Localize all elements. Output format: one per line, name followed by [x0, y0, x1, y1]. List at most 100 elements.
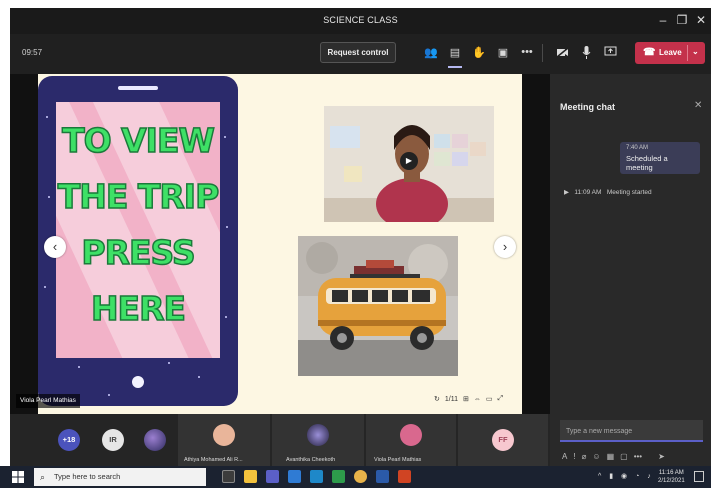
- screen-icon[interactable]: ▭: [486, 395, 493, 403]
- next-slide-button[interactable]: ›: [494, 236, 516, 258]
- participant-photo: [307, 424, 329, 446]
- compose-box[interactable]: [560, 420, 703, 442]
- phone-screen: TO VIEW THE TRIP PRESS HERE: [56, 102, 220, 358]
- phone-hangup-icon: ☎: [643, 47, 656, 58]
- store-app-icon[interactable]: [310, 470, 323, 483]
- powerpoint-app-icon[interactable]: [398, 470, 411, 483]
- share-screen-icon[interactable]: [601, 43, 619, 61]
- embedded-video[interactable]: ▶: [324, 106, 494, 222]
- bus-illustration: [298, 236, 458, 376]
- message-text: Scheduled a meeting: [626, 154, 668, 172]
- teams-window: SCIENCE CLASS – ❐ ✕ 09:57 Request contro…: [10, 8, 711, 466]
- participant-strip: +18 IR Athiya Mohamed Ali R... Avanthika…: [10, 414, 550, 466]
- phone-home-button: [132, 376, 144, 388]
- slide-controls: ↻ 1/11 ⊞ ⇔ ▭ ⤢: [434, 392, 522, 406]
- edge-app-icon[interactable]: [288, 470, 301, 483]
- clock-time: 11:16 AM: [658, 470, 684, 476]
- grid-view-icon[interactable]: ⊞: [463, 395, 469, 403]
- participant-name: Athiya Mohamed Ali R...: [184, 457, 243, 463]
- search-icon: ⌕: [40, 472, 46, 482]
- participant-avatar[interactable]: [144, 429, 166, 451]
- emoji-icon[interactable]: ☺: [592, 452, 600, 461]
- file-explorer-icon[interactable]: [244, 470, 257, 483]
- breakout-icon[interactable]: ▣: [494, 43, 512, 61]
- stage-margin-left: [10, 74, 38, 414]
- play-icon[interactable]: ▶: [400, 152, 418, 170]
- overflow-count-avatar[interactable]: +18: [58, 429, 80, 451]
- fit-icon[interactable]: ⇔: [474, 396, 481, 403]
- presenter-name-tag: Viola Pearl Mathias: [16, 394, 80, 408]
- participant-avatar: FF: [492, 429, 514, 451]
- system-event-time: 11:09 AM: [574, 189, 602, 196]
- refresh-icon[interactable]: ↻: [434, 395, 440, 403]
- system-tray[interactable]: ^ ▮ ◉ ◔ ♪: [598, 472, 654, 480]
- meeting-timer: 09:57: [22, 48, 43, 57]
- bus-photo: [298, 236, 458, 376]
- windows-start-icon[interactable]: [12, 471, 24, 483]
- chat-icon[interactable]: ▤: [446, 43, 464, 61]
- shared-content-stage: TO VIEW THE TRIP PRESS HERE ‹ › ▶ Viola …: [10, 74, 550, 414]
- more-options-icon[interactable]: •••: [634, 452, 642, 461]
- taskbar-search[interactable]: ⌕ Type here to search: [34, 468, 206, 486]
- participant-name: Avanthika Cheekoth: [286, 457, 336, 463]
- toolbar-divider: [542, 44, 543, 62]
- stage-margin-right: [522, 74, 550, 414]
- chrome-app-icon[interactable]: [354, 470, 367, 483]
- participant-avatar[interactable]: IR: [102, 429, 124, 451]
- excel-app-icon[interactable]: [332, 470, 345, 483]
- participant-name: Viola Pearl Mathias: [374, 457, 422, 463]
- minimize-icon[interactable]: –: [656, 13, 670, 27]
- clock-date: 2/12/2021: [658, 478, 685, 484]
- send-icon[interactable]: ➤: [658, 452, 665, 461]
- request-control-button[interactable]: Request control: [320, 42, 396, 63]
- compose-toolbar: A ! ⌀ ☺ ▦ ▢ ••• ➤: [562, 452, 702, 461]
- mic-icon[interactable]: [577, 43, 595, 61]
- slide-text-line: HERE: [90, 288, 187, 329]
- raise-hand-icon[interactable]: ✋: [470, 43, 488, 61]
- chat-title: Meeting chat: [560, 102, 616, 112]
- camera-off-icon[interactable]: [553, 43, 571, 61]
- attach-icon[interactable]: ⌀: [582, 452, 587, 461]
- format-icon[interactable]: A: [562, 452, 567, 461]
- participant-photo: [400, 424, 422, 446]
- window-title: SCIENCE CLASS: [323, 15, 398, 25]
- taskbar-clock[interactable]: 11:16 AM 2/12/2021: [658, 469, 685, 485]
- leave-label: Leave: [659, 48, 682, 57]
- participant-tile[interactable]: Avanthika Cheekoth: [272, 414, 364, 466]
- leave-divider: [687, 45, 688, 61]
- maximize-icon[interactable]: ❐: [675, 13, 689, 27]
- leave-button[interactable]: ☎ Leave ⌄: [635, 42, 705, 64]
- phone-slide-graphic[interactable]: TO VIEW THE TRIP PRESS HERE: [38, 76, 238, 406]
- more-icon[interactable]: •••: [518, 43, 536, 61]
- camera-icon: ▶: [564, 189, 569, 196]
- close-window-icon[interactable]: ✕: [694, 13, 708, 27]
- participant-tile[interactable]: FF: [458, 414, 548, 466]
- teams-app-icon[interactable]: [266, 470, 279, 483]
- page-indicator: 1/11: [444, 395, 458, 403]
- slide-text-line: THE TRIP: [57, 176, 220, 217]
- fullscreen-icon[interactable]: ⤢: [497, 395, 503, 403]
- slide-text-line: PRESS: [81, 232, 197, 273]
- message-time: 7:40 AM: [626, 145, 649, 151]
- important-icon[interactable]: !: [573, 452, 575, 461]
- message-input[interactable]: [560, 421, 703, 442]
- close-chat-icon[interactable]: ✕: [694, 100, 702, 111]
- word-app-icon[interactable]: [376, 470, 389, 483]
- sticker-icon[interactable]: ▢: [620, 452, 628, 461]
- notifications-icon[interactable]: [694, 471, 704, 482]
- participant-tile[interactable]: Viola Pearl Mathias: [366, 414, 456, 466]
- participant-photo: [213, 424, 235, 446]
- participants-icon[interactable]: 👥: [422, 43, 440, 61]
- meeting-chat-panel: Meeting chat ✕ 7:40 AM Scheduled a meeti…: [550, 74, 711, 466]
- task-view-icon[interactable]: [222, 470, 235, 483]
- chat-message: 7:40 AM Scheduled a meeting: [620, 142, 700, 174]
- previous-slide-button[interactable]: ‹: [44, 236, 66, 258]
- gif-icon[interactable]: ▦: [607, 452, 615, 461]
- system-event: ▶ 11:09 AM Meeting started: [564, 188, 652, 196]
- title-bar: SCIENCE CLASS – ❐ ✕: [10, 8, 711, 34]
- windows-taskbar: ⌕ Type here to search ^ ▮ ◉ ◔ ♪ 11:16 AM…: [0, 466, 711, 488]
- chevron-down-icon[interactable]: ⌄: [692, 47, 699, 56]
- system-event-text: Meeting started: [606, 189, 652, 196]
- participant-tile[interactable]: Athiya Mohamed Ali R...: [178, 414, 270, 466]
- search-placeholder: Type here to search: [54, 472, 121, 481]
